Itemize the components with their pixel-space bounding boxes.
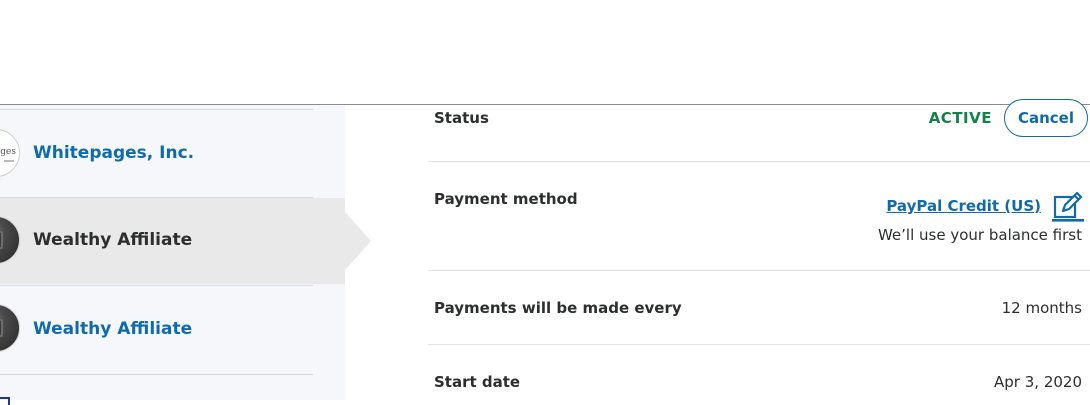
cancel-button[interactable]: Cancel xyxy=(1004,99,1088,137)
chair-icon xyxy=(0,231,3,249)
merchant-avatar xyxy=(0,304,20,352)
payment-method-note: We’ll use your balance first xyxy=(877,226,1082,244)
logo-mark xyxy=(4,160,14,162)
subscription-details: Status ACTIVE Cancel Payment method PayP… xyxy=(428,99,1090,400)
chair-icon xyxy=(0,319,3,337)
merchant-logo: ages xyxy=(0,129,20,177)
sidebar-item-whitepages[interactable]: ages Whitepages, Inc. xyxy=(0,111,345,197)
edit-icon[interactable] xyxy=(1052,192,1084,222)
sidebar-item-wealthy-affiliate-selected[interactable]: Wealthy Affiliate xyxy=(0,198,371,284)
merchant-logo-text: ages xyxy=(0,147,16,157)
sidebar-item-label: Wealthy Affiliate xyxy=(33,230,193,250)
start-date-value: Apr 3, 2020 xyxy=(994,373,1082,391)
payment-method-link[interactable]: PayPal Credit (US) xyxy=(886,197,1041,215)
status-badge: ACTIVE xyxy=(928,109,992,127)
row-divider xyxy=(428,344,1090,345)
sidebar-divider xyxy=(0,109,313,110)
frequency-value: 12 months xyxy=(1001,299,1082,317)
frequency-label: Payments will be made every xyxy=(434,299,682,317)
sidebar-item-label[interactable]: Wealthy Affiliate xyxy=(33,319,192,339)
sidebar-item-wealthy-affiliate[interactable]: Wealthy Affiliate xyxy=(0,286,345,372)
subscriptions-sidebar: ages Whitepages, Inc. Wealthy Affiliate … xyxy=(0,105,371,405)
sidebar-divider xyxy=(0,374,313,375)
status-label: Status xyxy=(434,109,489,127)
start-date-label: Start date xyxy=(434,373,521,391)
row-divider xyxy=(428,161,1090,162)
sidebar-item-label[interactable]: Whitepages, Inc. xyxy=(33,143,194,163)
payment-method-label: Payment method xyxy=(434,190,578,208)
row-divider xyxy=(428,270,1090,271)
next-item-icon xyxy=(0,397,10,405)
merchant-avatar xyxy=(0,216,20,264)
